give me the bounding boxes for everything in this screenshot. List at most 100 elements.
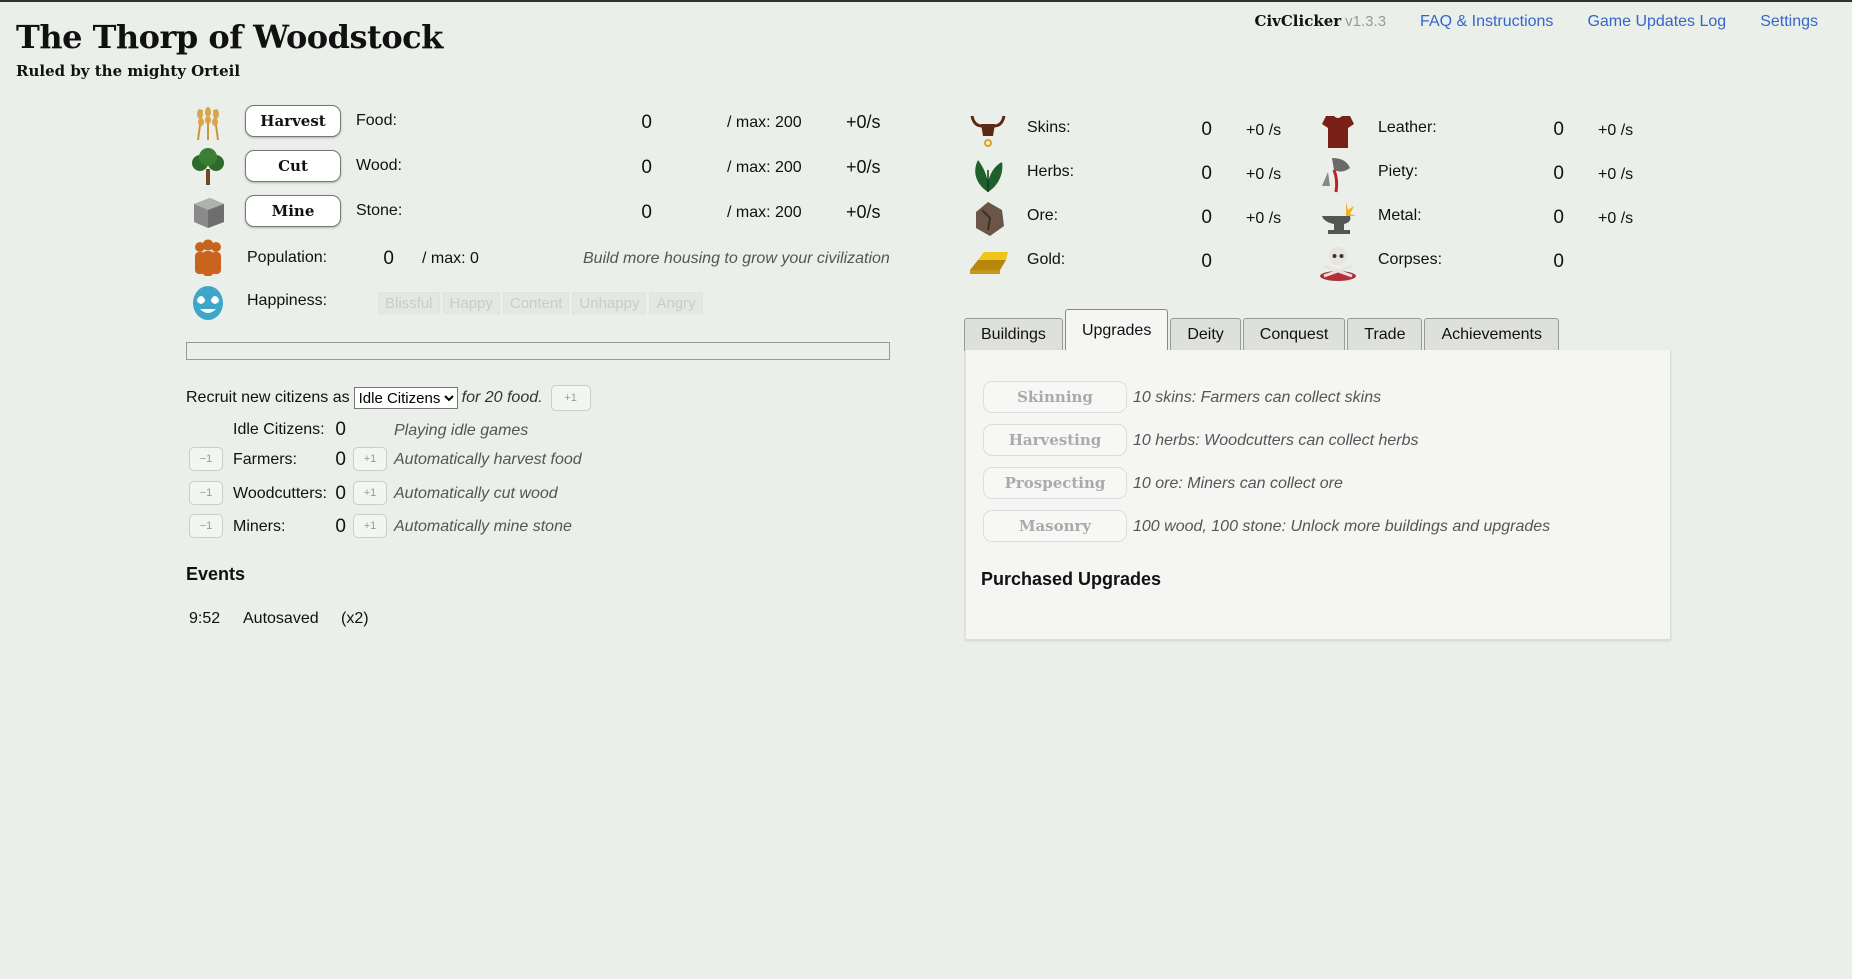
food-value: 0 <box>641 112 652 133</box>
piety-rate: +0 /s <box>1598 166 1634 183</box>
woodcutters-plus-button[interactable]: +1 <box>353 481 387 505</box>
herb-leaf-icon <box>975 160 1003 192</box>
progress-bar <box>186 342 890 360</box>
tab-upgrades[interactable]: Upgrades <box>1064 309 1169 351</box>
mood-unhappy: Unhappy <box>572 292 647 314</box>
tree-icon <box>192 148 224 185</box>
ore-rock-icon <box>976 202 1004 236</box>
citizen-type-select[interactable]: Idle Citizens <box>353 387 458 409</box>
stone-max: / max: 200 <box>727 204 802 221</box>
skins-rate: +0 /s <box>1246 122 1282 139</box>
ore-value: 0 <box>1201 207 1212 228</box>
prospecting-button[interactable]: Prospecting <box>983 467 1127 499</box>
mood-blissful: Blissful <box>378 292 440 314</box>
masonry-desc: 100 wood, 100 stone: Unlock more buildin… <box>1133 518 1551 535</box>
event-time: 9:52 <box>189 610 221 627</box>
harvesting-button[interactable]: Harvesting <box>983 424 1127 456</box>
skins-label: Skins: <box>1027 119 1071 136</box>
recruit-row: Recruit new citizens as Idle Citizens fo… <box>186 385 591 411</box>
gold-bar-icon <box>970 252 1008 274</box>
herbs-value: 0 <box>1201 163 1212 184</box>
metal-rate: +0 /s <box>1598 210 1634 227</box>
masonry-button[interactable]: Masonry <box>983 510 1127 542</box>
stone-value: 0 <box>641 202 652 223</box>
mood-angry: Angry <box>649 292 703 314</box>
leather-rate: +0 /s <box>1598 122 1634 139</box>
metal-value: 0 <box>1553 207 1564 228</box>
skull-bones-icon <box>1320 247 1356 281</box>
idle-citizens-value: 0 <box>335 419 346 440</box>
skinning-button[interactable]: Skinning <box>983 381 1127 413</box>
farmers-label: Farmers: <box>233 451 297 468</box>
miners-value: 0 <box>335 516 346 537</box>
woodcutters-desc: Automatically cut wood <box>394 485 558 502</box>
food-rate: +0/s <box>846 112 881 132</box>
leather-value: 0 <box>1553 119 1564 140</box>
gold-value: 0 <box>1201 251 1212 272</box>
population-note: Build more housing to grow your civiliza… <box>583 250 890 267</box>
farmers-value: 0 <box>335 449 346 470</box>
recruit-plus-button[interactable]: +1 <box>550 385 591 411</box>
tab-trade[interactable]: Trade <box>1347 318 1423 351</box>
tab-deity[interactable]: Deity <box>1170 318 1241 351</box>
cut-button[interactable]: Cut <box>245 150 341 182</box>
woodcutters-value: 0 <box>335 483 346 504</box>
miners-plus-button[interactable]: +1 <box>353 514 387 538</box>
tab-achievements[interactable]: Achievements <box>1424 318 1559 351</box>
tab-buildings[interactable]: Buildings <box>964 318 1063 351</box>
mine-button[interactable]: Mine <box>245 195 341 227</box>
wheat-icon <box>197 107 219 141</box>
harvest-button[interactable]: Harvest <box>245 105 341 137</box>
happy-face-icon <box>193 286 223 320</box>
population-max: / max: 0 <box>422 250 479 267</box>
faq-link[interactable]: FAQ & Instructions <box>1420 13 1553 31</box>
bull-skull-icon <box>970 115 1006 147</box>
wood-rate: +0/s <box>846 157 881 177</box>
population-value: 0 <box>383 248 394 269</box>
idle-citizens-desc: Playing idle games <box>394 422 529 439</box>
events-title: Events <box>186 564 246 584</box>
tab-bar: Buildings Upgrades Deity Conquest Trade … <box>964 309 1561 351</box>
miners-label: Miners: <box>233 518 286 535</box>
farmers-minus-button[interactable]: −1 <box>189 447 223 471</box>
skins-value: 0 <box>1201 119 1212 140</box>
miners-desc: Automatically mine stone <box>394 518 572 535</box>
updates-log-link[interactable]: Game Updates Log <box>1587 13 1726 31</box>
food-max: / max: 200 <box>727 114 802 131</box>
recruit-suffix: for 20 food. <box>461 389 543 406</box>
corpses-label: Corpses: <box>1378 251 1443 268</box>
farmers-plus-button[interactable]: +1 <box>353 447 387 471</box>
wood-label: Wood: <box>356 157 402 174</box>
tab-conquest[interactable]: Conquest <box>1242 318 1346 351</box>
population-icon <box>195 239 221 276</box>
gold-label: Gold: <box>1027 251 1066 268</box>
brand: CivClicker v1.3.3 <box>1254 12 1387 30</box>
herbs-label: Herbs: <box>1027 163 1075 180</box>
harvesting-desc: 10 herbs: Woodcutters can collect herbs <box>1133 432 1419 449</box>
top-nav: CivClicker v1.3.3 FAQ & Instructions Game… <box>1255 12 1819 31</box>
civ-title: The Thorp of Woodstock <box>16 18 443 56</box>
stone-label: Stone: <box>356 202 403 219</box>
woodcutters-label: Woodcutters: <box>233 485 327 502</box>
piety-label: Piety: <box>1378 163 1419 180</box>
miners-minus-button[interactable]: −1 <box>189 514 223 538</box>
leather-armor-icon <box>1322 116 1354 148</box>
settings-link[interactable]: Settings <box>1760 13 1818 31</box>
piety-chalice-icon <box>1322 158 1350 193</box>
ore-rate: +0 /s <box>1246 210 1282 227</box>
event-count: (x2) <box>341 610 369 627</box>
woodcutters-minus-button[interactable]: −1 <box>189 481 223 505</box>
herbs-rate: +0 /s <box>1246 166 1282 183</box>
recruit-prefix: Recruit new citizens as <box>186 389 350 406</box>
corpses-value: 0 <box>1553 251 1564 272</box>
mood-happy: Happy <box>442 292 500 314</box>
mood-content: Content <box>502 292 570 314</box>
population-label: Population: <box>247 249 328 266</box>
leather-label: Leather: <box>1378 119 1437 136</box>
ore-label: Ore: <box>1027 207 1059 224</box>
purchased-upgrades-title: Purchased Upgrades <box>981 569 1162 589</box>
ruler-name: Ruled by the mighty Orteil <box>16 62 241 80</box>
anvil-icon <box>1322 202 1356 234</box>
stone-icon <box>194 198 224 228</box>
wood-value: 0 <box>641 157 652 178</box>
